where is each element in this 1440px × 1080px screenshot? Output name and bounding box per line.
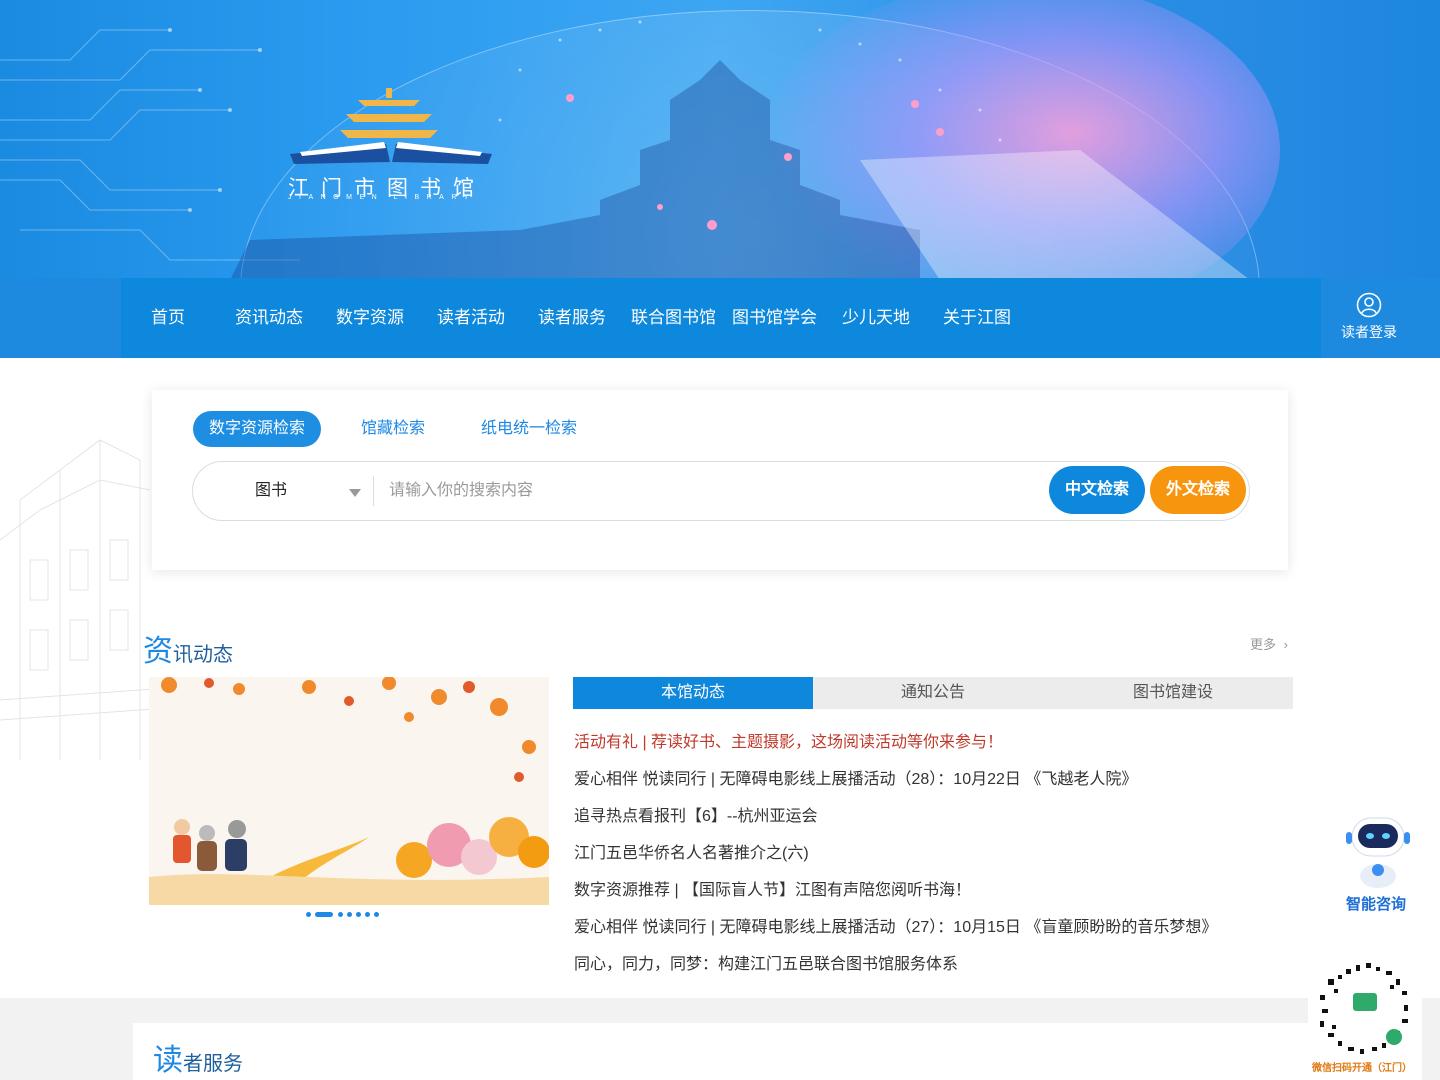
nav-inner: 首页 资讯动态 数字资源 读者活动 读者服务 联合图书馆 图书馆学会 少儿天地 …	[121, 278, 1397, 358]
news-more-link[interactable]: 更多 ›	[1250, 634, 1288, 653]
tab-collection-search[interactable]: 馆藏检索	[361, 411, 425, 447]
news-slideshow-image[interactable]	[149, 677, 549, 905]
news-section-title: 资讯动态	[143, 626, 233, 670]
news-item[interactable]: 同心，同力，同梦：构建江门五邑联合图书馆服务体系	[574, 950, 958, 974]
tab-notices[interactable]: 通知公告	[813, 677, 1053, 709]
nav-item-library-society[interactable]: 图书馆学会	[732, 278, 817, 358]
news-item[interactable]: 爱心相伴 悦读同行 | 无障碍电影线上展播活动（28）：10月22日 《飞越老人…	[574, 765, 1137, 789]
search-divider	[373, 476, 374, 506]
nav-item-news[interactable]: 资讯动态	[235, 278, 303, 358]
slide-dot[interactable]	[306, 912, 311, 917]
library-logo-icon	[290, 88, 492, 164]
main-navigation: 首页 资讯动态 数字资源 读者活动 读者服务 联合图书馆 图书馆学会 少儿天地 …	[0, 278, 1440, 358]
qr-caption: 微信扫码开通（江门）	[1312, 1063, 1412, 1074]
banner-circuit-graphic	[0, 20, 1250, 280]
service-section-title: 读者服务	[153, 1035, 243, 1079]
header-banner: 江门市图书馆 JIANGMEN LIBRARY	[0, 0, 1440, 280]
news-item[interactable]: 江门五邑华侨名人名著推介之(六)	[574, 839, 809, 863]
smart-assistant-button[interactable]	[1340, 810, 1416, 890]
autumn-illustration	[149, 677, 549, 905]
chevron-right-icon: ›	[1283, 637, 1288, 652]
nav-item-reader-activities[interactable]: 读者活动	[437, 278, 505, 358]
nav-item-reader-services[interactable]: 读者服务	[538, 278, 606, 358]
search-panel: 数字资源检索 馆藏检索 纸电统一检索 图书 中文检索 外文检索	[152, 390, 1288, 570]
library-logo[interactable]: 江门市图书馆 JIANGMEN LIBRARY	[286, 86, 496, 206]
tab-unified-search[interactable]: 纸电统一检索	[481, 411, 577, 447]
news-title-rest: 讯动态	[173, 644, 233, 666]
slide-dot[interactable]	[374, 912, 379, 917]
chevron-down-icon	[349, 489, 361, 497]
nav-item-about[interactable]: 关于江图	[943, 278, 1011, 358]
search-input[interactable]	[389, 472, 1029, 510]
robot-icon	[1346, 817, 1410, 888]
search-type-value: 图书	[255, 482, 288, 499]
nav-item-children[interactable]: 少儿天地	[842, 278, 910, 358]
chinese-search-button[interactable]: 中文检索	[1049, 466, 1145, 514]
slide-dot[interactable]	[347, 912, 352, 917]
qr-code-icon	[1317, 959, 1413, 1055]
nav-item-digital-resources[interactable]: 数字资源	[336, 278, 404, 358]
news-item[interactable]: 活动有礼 | 荐读好书、主题摄影，这场阅读活动等你来参与！	[574, 728, 1003, 752]
nav-item-home[interactable]: 首页	[151, 278, 185, 358]
tab-library-construction[interactable]: 图书馆建设	[1053, 677, 1293, 709]
smart-assistant-label[interactable]: 智能咨询	[1346, 893, 1406, 914]
nav-item-union-library[interactable]: 联合图书馆	[631, 278, 716, 358]
news-item[interactable]: 数字资源推荐 | 【国际盲人节】江图有声陪您阅听书海！	[574, 876, 971, 900]
service-title-first-char: 读	[153, 1044, 183, 1077]
reader-service-card: 读者服务	[133, 1023, 1309, 1080]
news-item[interactable]: 爱心相伴 悦读同行 | 无障碍电影线上展播活动（27）：10月15日 《盲童顾盼…	[574, 913, 1217, 937]
news-item[interactable]: 追寻热点看报刊【6】--杭州亚运会	[574, 802, 818, 826]
tab-digital-resource-search[interactable]: 数字资源检索	[193, 411, 322, 447]
slide-dot[interactable]	[315, 912, 333, 917]
slide-dot[interactable]	[365, 912, 370, 917]
service-title-rest: 者服务	[183, 1053, 243, 1075]
slide-dot[interactable]	[338, 912, 343, 917]
library-name-english: JIANGMEN LIBRARY	[288, 194, 476, 201]
foreign-search-button[interactable]: 外文检索	[1150, 466, 1246, 514]
user-icon	[1356, 292, 1382, 318]
reader-login-label: 读者登录	[1341, 324, 1397, 340]
slide-dot[interactable]	[356, 912, 361, 917]
more-label: 更多	[1250, 637, 1277, 652]
search-box: 图书 中文检索 外文检索	[192, 461, 1250, 521]
tab-library-news[interactable]: 本馆动态	[573, 677, 813, 709]
news-title-first-char: 资	[143, 635, 173, 668]
reader-login-button[interactable]: 读者登录	[1329, 292, 1409, 342]
